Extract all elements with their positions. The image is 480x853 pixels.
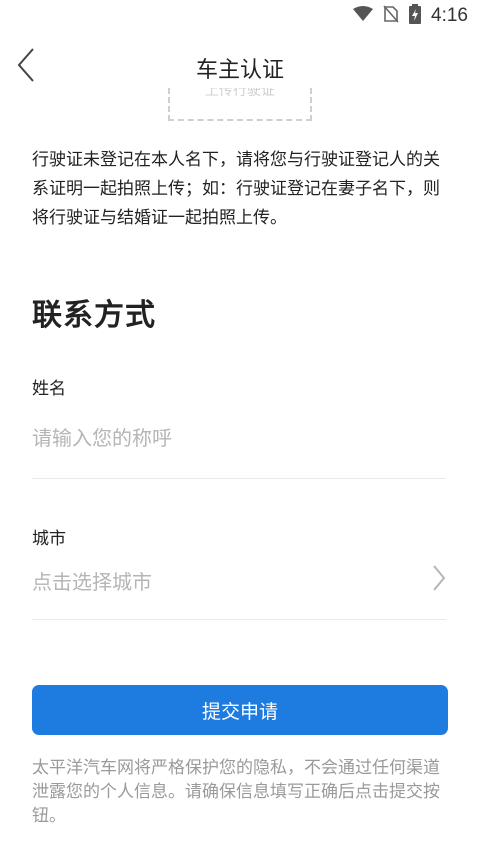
no-sim-icon [383,5,399,27]
chevron-right-icon [432,564,446,596]
status-time: 4:16 [431,5,468,26]
city-divider [32,619,446,620]
upload-license-box[interactable]: 上传行驶证 [168,88,312,121]
upload-label: 上传行驶证 [205,88,275,99]
status-bar: 4:16 [0,0,480,32]
city-label: 城市 [32,529,66,549]
wifi-icon [353,6,374,26]
name-label: 姓名 [32,379,66,399]
submit-button[interactable]: 提交申请 [32,685,448,735]
page-title: 车主认证 [195,58,284,83]
city-selector[interactable]: 点击选择城市 [32,560,446,600]
privacy-note: 太平洋汽车网将严格保护您的隐私，不会通过任何渠道泄露您的个人信息。请确保信息填写… [32,758,440,826]
battery-charging-icon [409,4,422,28]
name-divider [32,478,446,479]
city-placeholder: 点击选择城市 [32,569,152,594]
relation-proof-description: 行驶证未登记在本人名下，请将您与行驶证登记人的关系证明一起拍照上传；如：行驶证登… [32,150,440,228]
contact-section-title: 联系方式 [32,298,156,333]
name-input[interactable] [32,418,446,458]
